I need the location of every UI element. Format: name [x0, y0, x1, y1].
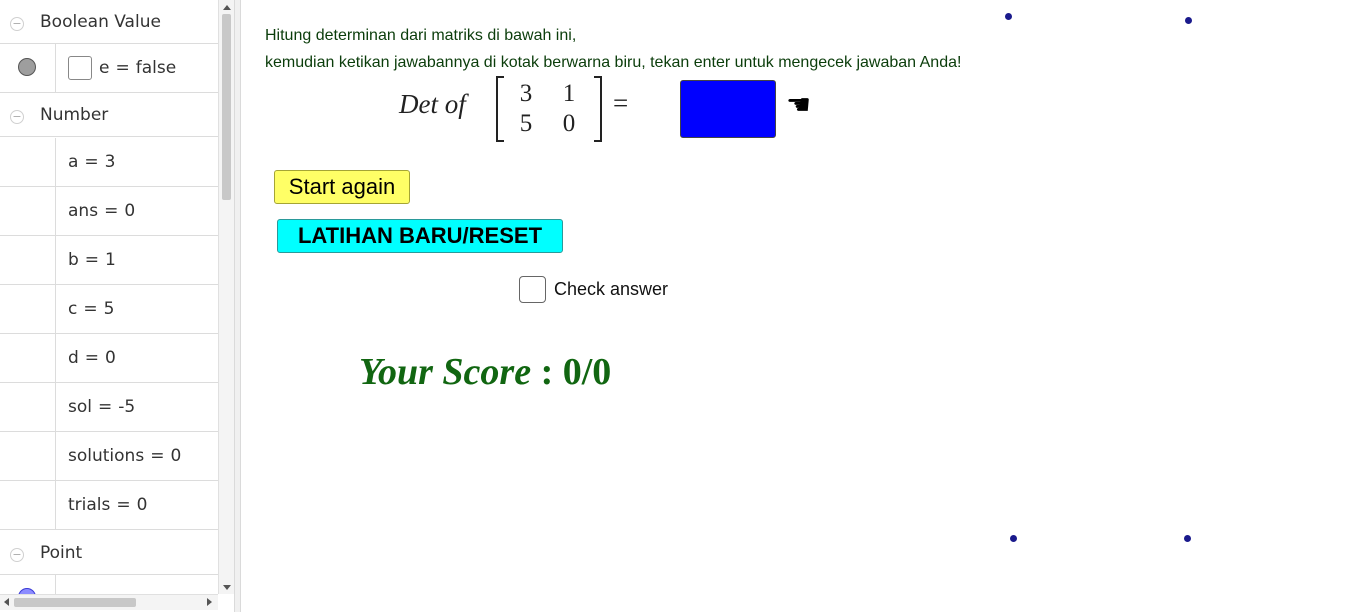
collapse-minus-icon[interactable]: −	[10, 548, 24, 562]
graph-point[interactable]	[1010, 535, 1017, 542]
scroll-left-arrow-icon[interactable]	[4, 598, 9, 606]
algebra-row-solutions[interactable]: solutions = 0	[0, 432, 218, 481]
algebra-entry-trials: trials = 0	[68, 495, 148, 515]
marble-column	[0, 285, 56, 333]
marble-column	[0, 432, 56, 480]
marble-column	[0, 187, 56, 235]
scroll-right-arrow-icon[interactable]	[207, 598, 212, 606]
group-label-point: Point	[40, 543, 83, 563]
algebra-row-e[interactable]: e = false	[0, 44, 218, 93]
matrix-cell: 1	[562, 80, 576, 107]
algebra-entry-a: a = 3	[68, 152, 116, 172]
marble-column	[0, 236, 56, 284]
visibility-marble-icon[interactable]	[18, 58, 36, 76]
marble-column	[0, 575, 56, 594]
boolean-checkbox-e[interactable]	[68, 56, 92, 80]
start-again-button[interactable]: Start again	[274, 170, 410, 204]
marble-column	[0, 334, 56, 382]
marble-column	[0, 481, 56, 529]
graph-point[interactable]	[1005, 13, 1012, 20]
scroll-up-arrow-icon[interactable]	[223, 5, 231, 10]
group-header-number[interactable]: − Number	[0, 93, 218, 137]
answer-input[interactable]	[680, 80, 776, 138]
graph-point[interactable]	[1185, 17, 1192, 24]
check-answer-checkbox[interactable]	[519, 276, 546, 303]
group-label-number: Number	[40, 105, 109, 125]
det-label: Det of	[399, 89, 466, 119]
group-header-boolean[interactable]: − Boolean Value	[0, 0, 218, 44]
algebra-row-a[interactable]: a = 3	[0, 138, 218, 187]
collapse-minus-icon[interactable]: −	[10, 110, 24, 124]
algebra-entry-solutions: solutions = 0	[68, 446, 182, 466]
collapse-minus-icon[interactable]: −	[10, 17, 24, 31]
algebra-row-point[interactable]	[0, 575, 218, 594]
reset-button[interactable]: LATIHAN BARU/RESET	[277, 219, 563, 253]
view-divider[interactable]	[234, 0, 241, 612]
algebra-entry-sol: sol = -5	[68, 397, 136, 417]
marble-column	[0, 44, 56, 92]
marble-column	[0, 138, 56, 186]
group-header-point[interactable]: − Point	[0, 531, 218, 575]
algebra-row-sol[interactable]: sol = -5	[0, 383, 218, 432]
algebra-entry-c: c = 5	[68, 299, 115, 319]
matrix: 3 1 5 0	[496, 76, 602, 142]
algebra-row-c[interactable]: c = 5	[0, 285, 218, 334]
algebra-horizontal-scrollbar[interactable]	[0, 594, 218, 610]
horizontal-scroll-thumb[interactable]	[14, 598, 136, 607]
algebra-row-trials[interactable]: trials = 0	[0, 481, 218, 530]
score-display: Your Score : 0/0	[359, 350, 611, 394]
marble-column	[0, 383, 56, 431]
instruction-line-1: Hitung determinan dari matriks di bawah …	[265, 27, 577, 44]
algebra-view: − Boolean Value e = false − Number a = 3 ans =…	[0, 0, 218, 594]
graphics-view: Hitung determinan dari matriks di bawah …	[241, 0, 1363, 612]
matrix-cell: 3	[519, 80, 533, 107]
group-label-boolean: Boolean Value	[40, 12, 161, 32]
algebra-entry-d: d = 0	[68, 348, 116, 368]
instruction-line-2: kemudian ketikan jawabannya di kotak ber…	[265, 54, 962, 71]
algebra-row-ans[interactable]: ans = 0	[0, 187, 218, 236]
pointing-hand-icon: ☚	[786, 88, 812, 121]
algebra-entry-ans: ans = 0	[68, 201, 136, 221]
algebra-entry-e: e = false	[99, 58, 177, 78]
matrix-cell: 5	[519, 110, 533, 137]
algebra-entry-b: b = 1	[68, 250, 116, 270]
check-answer-label[interactable]: Check answer	[554, 279, 668, 300]
score-title: Your Score	[359, 351, 532, 393]
algebra-row-d[interactable]: d = 0	[0, 334, 218, 383]
vertical-scroll-thumb[interactable]	[222, 14, 231, 200]
algebra-row-b[interactable]: b = 1	[0, 236, 218, 285]
graph-point[interactable]	[1184, 535, 1191, 542]
algebra-vertical-scrollbar[interactable]	[218, 0, 234, 594]
matrix-cell: 0	[562, 110, 576, 137]
score-separator: :	[540, 351, 554, 393]
score-value: 0/0	[562, 351, 612, 393]
scroll-down-arrow-icon[interactable]	[223, 585, 231, 590]
equals-sign: =	[613, 88, 629, 118]
